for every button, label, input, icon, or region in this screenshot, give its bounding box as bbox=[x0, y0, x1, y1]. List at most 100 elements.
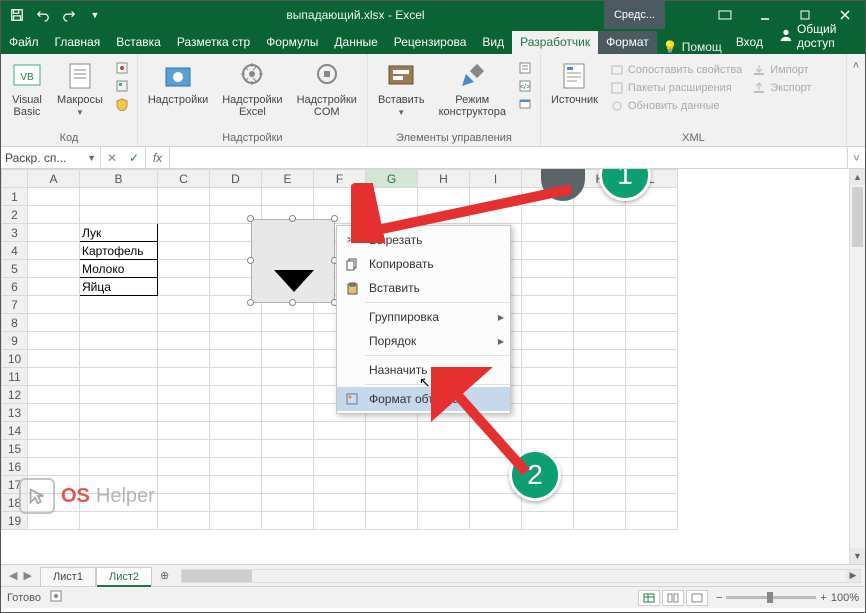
col-header-B[interactable]: B bbox=[80, 170, 158, 188]
tab-insert[interactable]: Вставка bbox=[108, 31, 169, 54]
cell-C19[interactable] bbox=[158, 512, 210, 530]
tell-me[interactable]: 💡 Помощ bbox=[657, 40, 728, 54]
cell-F18[interactable] bbox=[314, 494, 366, 512]
qat-customize-icon[interactable]: ▼ bbox=[83, 3, 107, 27]
cell-K9[interactable] bbox=[574, 332, 626, 350]
cell-E18[interactable] bbox=[262, 494, 314, 512]
cell-F14[interactable] bbox=[314, 422, 366, 440]
scroll-thumb[interactable] bbox=[852, 187, 863, 247]
cell-J9[interactable] bbox=[522, 332, 574, 350]
cell-K10[interactable] bbox=[574, 350, 626, 368]
cell-B7[interactable] bbox=[80, 296, 158, 314]
xml-source-button[interactable]: Источник bbox=[547, 58, 602, 108]
undo-icon[interactable] bbox=[31, 3, 55, 27]
ribbon-display-icon[interactable] bbox=[705, 1, 745, 29]
cell-A2[interactable] bbox=[28, 206, 80, 224]
cell-E9[interactable] bbox=[262, 332, 314, 350]
cell-B5[interactable]: Молоко bbox=[80, 260, 158, 278]
cell-J14[interactable] bbox=[522, 422, 574, 440]
col-header-D[interactable]: D bbox=[210, 170, 262, 188]
cell-C11[interactable] bbox=[158, 368, 210, 386]
resize-handle[interactable] bbox=[247, 215, 254, 222]
menu-cut[interactable]: ✂Вырезать bbox=[337, 228, 510, 252]
cell-E10[interactable] bbox=[262, 350, 314, 368]
zoom-out-icon[interactable]: − bbox=[716, 592, 722, 604]
cell-F1[interactable] bbox=[314, 188, 366, 206]
menu-copy[interactable]: Копировать bbox=[337, 252, 510, 276]
cell-D16[interactable] bbox=[210, 458, 262, 476]
cell-K14[interactable] bbox=[574, 422, 626, 440]
cell-B10[interactable] bbox=[80, 350, 158, 368]
cell-A6[interactable] bbox=[28, 278, 80, 296]
cell-D13[interactable] bbox=[210, 404, 262, 422]
cell-L12[interactable] bbox=[626, 386, 678, 404]
cell-K12[interactable] bbox=[574, 386, 626, 404]
row-header-4[interactable]: 4 bbox=[2, 242, 28, 260]
row-header-11[interactable]: 11 bbox=[2, 368, 28, 386]
cell-C8[interactable] bbox=[158, 314, 210, 332]
relative-refs-button[interactable] bbox=[113, 78, 131, 94]
cell-C1[interactable] bbox=[158, 188, 210, 206]
name-box[interactable]: Раскр. сп...▼ bbox=[1, 147, 101, 168]
excel-addins-button[interactable]: Надстройки Excel bbox=[218, 58, 286, 120]
cell-E14[interactable] bbox=[262, 422, 314, 440]
contextual-tools-tab[interactable]: Средс... bbox=[604, 1, 665, 29]
cell-G17[interactable] bbox=[366, 476, 418, 494]
cell-L5[interactable] bbox=[626, 260, 678, 278]
cell-L16[interactable] bbox=[626, 458, 678, 476]
cell-K7[interactable] bbox=[574, 296, 626, 314]
cell-K2[interactable] bbox=[574, 206, 626, 224]
cell-A12[interactable] bbox=[28, 386, 80, 404]
cell-E19[interactable] bbox=[262, 512, 314, 530]
tab-developer[interactable]: Разработчик bbox=[512, 31, 598, 54]
cell-C14[interactable] bbox=[158, 422, 210, 440]
cell-A5[interactable] bbox=[28, 260, 80, 278]
cell-H15[interactable] bbox=[418, 440, 470, 458]
cell-C3[interactable] bbox=[158, 224, 210, 242]
row-header-10[interactable]: 10 bbox=[2, 350, 28, 368]
row-header-12[interactable]: 12 bbox=[2, 386, 28, 404]
tab-home[interactable]: Главная bbox=[47, 31, 109, 54]
cell-G14[interactable] bbox=[366, 422, 418, 440]
sheet-tab-1[interactable]: Лист1 bbox=[40, 567, 96, 586]
cell-J19[interactable] bbox=[522, 512, 574, 530]
formula-input[interactable] bbox=[170, 147, 847, 168]
cell-A3[interactable] bbox=[28, 224, 80, 242]
col-header-I[interactable]: I bbox=[470, 170, 522, 188]
resize-handle[interactable] bbox=[331, 215, 338, 222]
cell-D12[interactable] bbox=[210, 386, 262, 404]
properties-button[interactable] bbox=[516, 60, 534, 76]
cell-D15[interactable] bbox=[210, 440, 262, 458]
cell-L6[interactable] bbox=[626, 278, 678, 296]
cell-C12[interactable] bbox=[158, 386, 210, 404]
insert-control-button[interactable]: Вставить ▼ bbox=[374, 58, 429, 119]
cell-A4[interactable] bbox=[28, 242, 80, 260]
cell-G2[interactable] bbox=[366, 206, 418, 224]
cell-A14[interactable] bbox=[28, 422, 80, 440]
tab-format[interactable]: Формат bbox=[598, 31, 657, 54]
cell-I1[interactable] bbox=[470, 188, 522, 206]
cell-A15[interactable] bbox=[28, 440, 80, 458]
cell-C4[interactable] bbox=[158, 242, 210, 260]
sheet-tab-2[interactable]: Лист2 bbox=[96, 567, 152, 587]
cell-J7[interactable] bbox=[522, 296, 574, 314]
cell-C7[interactable] bbox=[158, 296, 210, 314]
cell-K15[interactable] bbox=[574, 440, 626, 458]
cell-E16[interactable] bbox=[262, 458, 314, 476]
cell-E11[interactable] bbox=[262, 368, 314, 386]
col-header-G[interactable]: G bbox=[366, 170, 418, 188]
menu-order[interactable]: Порядок bbox=[337, 329, 510, 353]
cell-D11[interactable] bbox=[210, 368, 262, 386]
cell-K3[interactable] bbox=[574, 224, 626, 242]
cell-D8[interactable] bbox=[210, 314, 262, 332]
cell-K17[interactable] bbox=[574, 476, 626, 494]
cell-A11[interactable] bbox=[28, 368, 80, 386]
cell-K4[interactable] bbox=[574, 242, 626, 260]
zoom-control[interactable]: − + 100% bbox=[716, 592, 859, 604]
combobox-control[interactable] bbox=[251, 219, 335, 303]
cell-B3[interactable]: Лук bbox=[80, 224, 158, 242]
row-header-7[interactable]: 7 bbox=[2, 296, 28, 314]
menu-paste[interactable]: Вставить bbox=[337, 276, 510, 300]
cell-K5[interactable] bbox=[574, 260, 626, 278]
view-pagebreak-icon[interactable] bbox=[686, 590, 708, 606]
